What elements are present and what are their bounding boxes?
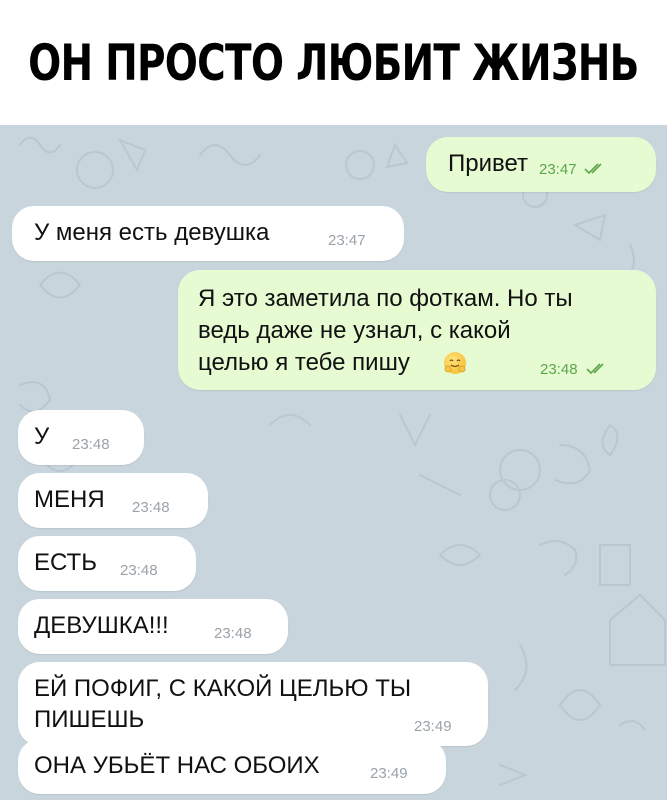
message-time: 23:48 xyxy=(120,562,158,579)
message-text: Привет xyxy=(448,150,529,177)
message-text: ОНА УБЬЁТ НАС ОБОИХ xyxy=(34,752,320,779)
message-text: ведь даже не узнал, с какой xyxy=(198,317,511,344)
meme-header: ОН ПРОСТО ЛЮБИТ ЖИЗНЬ xyxy=(0,0,667,125)
message-text: ЕСТЬ xyxy=(34,549,97,576)
message-bubble-incoming[interactable]: У 23:48 xyxy=(18,410,144,465)
message-bubble-incoming[interactable]: ЕСТЬ 23:48 xyxy=(18,536,196,591)
message-time: 23:48 xyxy=(214,625,252,642)
message-time: 23:48 xyxy=(72,436,110,453)
meme-title: ОН ПРОСТО ЛЮБИТ ЖИЗНЬ xyxy=(28,33,639,92)
double-check-icon xyxy=(586,363,604,375)
message-bubble-outgoing[interactable]: Привет 23:47 xyxy=(426,137,656,192)
chat-area[interactable]: Привет 23:47 У меня есть девушка 23:47 Я… xyxy=(0,125,667,800)
double-check-icon xyxy=(584,163,602,175)
message-bubble-incoming[interactable]: ЕЙ ПОФИГ, С КАКОЙ ЦЕЛЬЮ ТЫ ПИШЕШЬ 23:49 xyxy=(18,662,488,746)
message-bubble-incoming[interactable]: У меня есть девушка 23:47 xyxy=(12,206,404,261)
message-time: 23:49 xyxy=(370,765,408,782)
message-text: целью я тебе пишу xyxy=(198,349,410,376)
hugging-face-emoji-icon xyxy=(444,352,466,374)
message-time: 23:47 xyxy=(539,161,577,178)
message-bubble-incoming[interactable]: ДЕВУШКА!!! 23:48 xyxy=(18,599,288,654)
message-text: ПИШЕШЬ xyxy=(34,706,145,733)
message-time: 23:47 xyxy=(328,232,366,249)
message-text: ЕЙ ПОФИГ, С КАКОЙ ЦЕЛЬЮ ТЫ xyxy=(34,675,412,702)
message-text: У xyxy=(34,423,50,450)
message-bubble-incoming[interactable]: ОНА УБЬЁТ НАС ОБОИХ 23:49 xyxy=(18,739,446,794)
message-text: Я это заметила по фоткам. Но ты xyxy=(198,285,573,312)
message-time: 23:49 xyxy=(414,718,452,735)
message-text: ДЕВУШКА!!! xyxy=(34,612,169,639)
message-text: МЕНЯ xyxy=(34,486,105,513)
message-bubble-outgoing[interactable]: Я это заметила по фоткам. Но ты ведь даж… xyxy=(178,270,656,390)
message-text: У меня есть девушка xyxy=(34,219,270,246)
message-time: 23:48 xyxy=(540,361,578,378)
message-time: 23:48 xyxy=(132,499,170,516)
message-bubble-incoming[interactable]: МЕНЯ 23:48 xyxy=(18,473,208,528)
